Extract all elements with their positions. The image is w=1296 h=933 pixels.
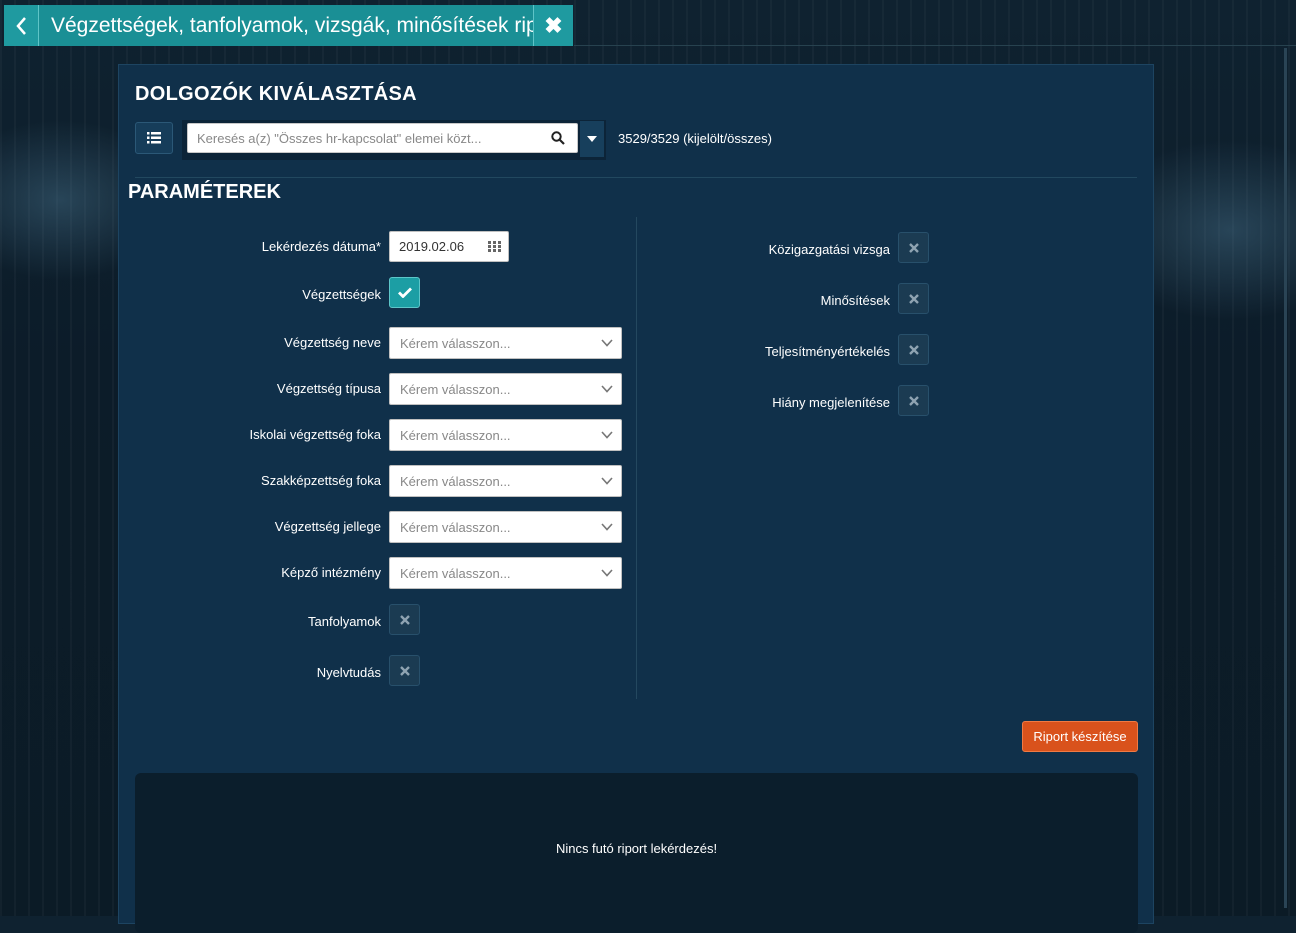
selection-count: 3529/3529 (kijelölt/összes) (618, 131, 772, 146)
select-value: Kérem válasszon... (400, 336, 511, 351)
select-label-vegzettseg-neve: Végzettség neve (284, 335, 381, 350)
main-panel: DOLGOZÓK KIVÁLASZTÁSA 3529/3529 (kijelöl… (118, 64, 1154, 933)
column-divider (636, 217, 637, 699)
x-icon (399, 614, 410, 625)
parameters-heading: PARAMÉTEREK (128, 181, 281, 203)
section-divider (135, 177, 1137, 178)
nyelvtudas-toggle[interactable] (389, 655, 420, 686)
select-label-szakkepzettseg-foka: Szakképzettség foka (261, 473, 381, 488)
close-button[interactable]: ✖ (533, 5, 573, 46)
chevron-down-icon (601, 385, 613, 393)
select-value: Kérem válasszon... (400, 382, 511, 397)
x-icon (399, 665, 410, 676)
scrollbar[interactable] (1284, 48, 1287, 908)
vegzettsegek-label: Végzettségek (302, 287, 381, 302)
employee-search (182, 120, 606, 160)
page-title: Végzettségek, tanfolyamok, vizsgák, minő… (39, 5, 562, 46)
x-icon (908, 395, 919, 406)
select-vegzettseg-tipusa[interactable]: Kérem válasszon... (389, 373, 622, 405)
list-button[interactable] (135, 122, 173, 154)
hiany-megjelenitese-label: Hiány megjelenítése (772, 395, 890, 410)
title-bar: Végzettségek, tanfolyamok, vizsgák, minő… (4, 5, 574, 46)
kozigazgatasi-vizsga-label: Közigazgatási vizsga (768, 242, 890, 257)
caret-down-icon (587, 136, 597, 142)
teljesitmenyertekeles-label: Teljesítményértékelés (765, 344, 890, 359)
title-bar-divider (574, 45, 1296, 46)
date-label: Lekérdezés dátuma* (261, 239, 381, 254)
tanfolyamok-label: Tanfolyamok (308, 614, 381, 629)
minositesek-label: Minősítések (820, 293, 890, 308)
vegzettsegek-toggle[interactable] (389, 277, 420, 308)
select-value: Kérem válasszon... (400, 566, 511, 581)
search-icon[interactable] (551, 131, 565, 145)
select-szakkepzettseg-foka[interactable]: Kérem válasszon... (389, 465, 622, 497)
no-report-message: Nincs futó riport lekérdezés! (555, 841, 718, 856)
search-dropdown-button[interactable] (580, 121, 604, 157)
create-report-button[interactable]: Riport készítése (1022, 721, 1138, 752)
x-icon (908, 293, 919, 304)
minositesek-toggle[interactable] (898, 283, 929, 314)
nyelvtudas-label: Nyelvtudás (316, 665, 381, 680)
chevron-left-icon (16, 16, 26, 35)
employee-selection-heading: DOLGOZÓK KIVÁLASZTÁSA (135, 83, 417, 105)
x-icon (908, 242, 919, 253)
x-icon (908, 344, 919, 355)
select-value: Kérem válasszon... (400, 474, 511, 489)
report-result-area: Nincs futó riport lekérdezés! (135, 773, 1138, 933)
date-value: 2019.02.06 (399, 239, 465, 254)
select-value: Kérem válasszon... (400, 520, 511, 535)
tanfolyamok-toggle[interactable] (389, 604, 420, 635)
select-label-iskolai-vegzettseg-foka: Iskolai végzettség foka (249, 427, 381, 442)
select-iskolai-vegzettseg-foka[interactable]: Kérem válasszon... (389, 419, 622, 451)
select-value: Kérem válasszon... (400, 428, 511, 443)
select-vegzettseg-neve[interactable]: Kérem válasszon... (389, 327, 622, 359)
select-label-kepzo-intezmeny: Képző intézmény (281, 565, 381, 580)
chevron-down-icon (601, 431, 613, 439)
teljesitmenyertekeles-toggle[interactable] (898, 334, 929, 365)
hiany-megjelenitese-toggle[interactable] (898, 385, 929, 416)
chevron-down-icon (601, 569, 613, 577)
search-input[interactable] (187, 123, 578, 153)
list-icon (147, 132, 161, 144)
chevron-down-icon (601, 523, 613, 531)
close-icon: ✖ (544, 12, 563, 38)
select-label-vegzettseg-tipusa: Végzettség típusa (276, 381, 381, 396)
chevron-down-icon (601, 339, 613, 347)
calendar-icon[interactable] (488, 241, 501, 252)
select-kepzo-intezmeny[interactable]: Kérem válasszon... (389, 557, 622, 589)
chevron-down-icon (601, 477, 613, 485)
date-field[interactable]: 2019.02.06 (389, 231, 509, 262)
check-icon (397, 287, 412, 298)
back-button[interactable] (4, 5, 39, 46)
kozigazgatasi-vizsga-toggle[interactable] (898, 232, 929, 263)
select-label-vegzettseg-jellege: Végzettség jellege (274, 519, 381, 534)
select-vegzettseg-jellege[interactable]: Kérem válasszon... (389, 511, 622, 543)
